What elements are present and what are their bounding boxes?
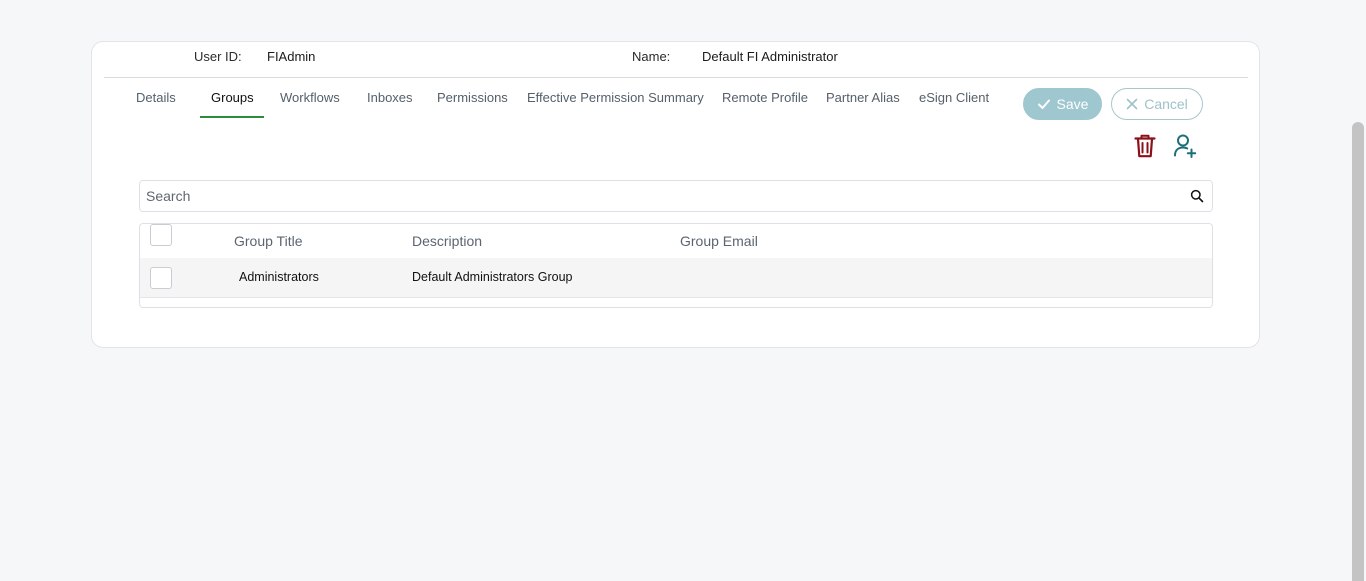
user-detail-card: User ID: FIAdmin Name: Default FI Admini… (91, 41, 1260, 348)
tab-effective-permission-summary[interactable]: Effective Permission Summary (527, 90, 704, 106)
tab-permissions[interactable]: Permissions (437, 90, 508, 106)
groups-table: Group Title Description Group Email Admi… (139, 223, 1213, 308)
column-header-description[interactable]: Description (412, 233, 482, 249)
cancel-button[interactable]: Cancel (1111, 88, 1203, 120)
check-icon (1037, 99, 1050, 109)
trash-icon (1134, 134, 1156, 158)
user-id-value: FIAdmin (267, 49, 316, 64)
search-input[interactable] (146, 181, 1176, 211)
name-value: Default FI Administrator (702, 49, 838, 64)
search-icon[interactable] (1190, 189, 1204, 203)
column-header-group-email[interactable]: Group Email (680, 233, 758, 249)
add-user-button[interactable] (1171, 132, 1199, 160)
user-header: User ID: FIAdmin Name: Default FI Admini… (92, 42, 1259, 78)
select-all-checkbox[interactable] (150, 224, 172, 246)
tab-workflows[interactable]: Workflows (280, 90, 340, 106)
tab-inboxes[interactable]: Inboxes (367, 90, 413, 106)
tab-groups[interactable]: Groups (211, 90, 254, 106)
page-scrollbar[interactable] (1350, 0, 1366, 581)
table-row[interactable]: Administrators Default Administrators Gr… (140, 258, 1212, 298)
search-box (139, 180, 1213, 212)
delete-button[interactable] (1131, 132, 1159, 160)
close-icon (1126, 98, 1138, 110)
tab-esign-client[interactable]: eSign Client (919, 90, 989, 106)
cell-group-title: Administrators (239, 270, 319, 284)
active-tab-indicator (200, 116, 264, 118)
tab-details[interactable]: Details (136, 90, 176, 106)
scrollbar-thumb[interactable] (1352, 122, 1364, 581)
cancel-button-label: Cancel (1144, 96, 1188, 112)
save-button-label: Save (1056, 96, 1089, 112)
user-plus-icon (1174, 134, 1197, 158)
tab-partner-alias[interactable]: Partner Alias (826, 90, 900, 106)
tab-remote-profile[interactable]: Remote Profile (722, 90, 808, 106)
row-checkbox[interactable] (150, 267, 172, 289)
name-label: Name: (632, 49, 671, 64)
cell-description: Default Administrators Group (412, 270, 573, 284)
save-button[interactable]: Save (1023, 88, 1102, 120)
table-header: Group Title Description Group Email (140, 224, 1212, 259)
column-header-group-title[interactable]: Group Title (234, 233, 302, 249)
user-id-label: User ID: (194, 49, 242, 64)
tab-bar: Details Groups Workflows Inboxes Permiss… (92, 78, 1012, 120)
